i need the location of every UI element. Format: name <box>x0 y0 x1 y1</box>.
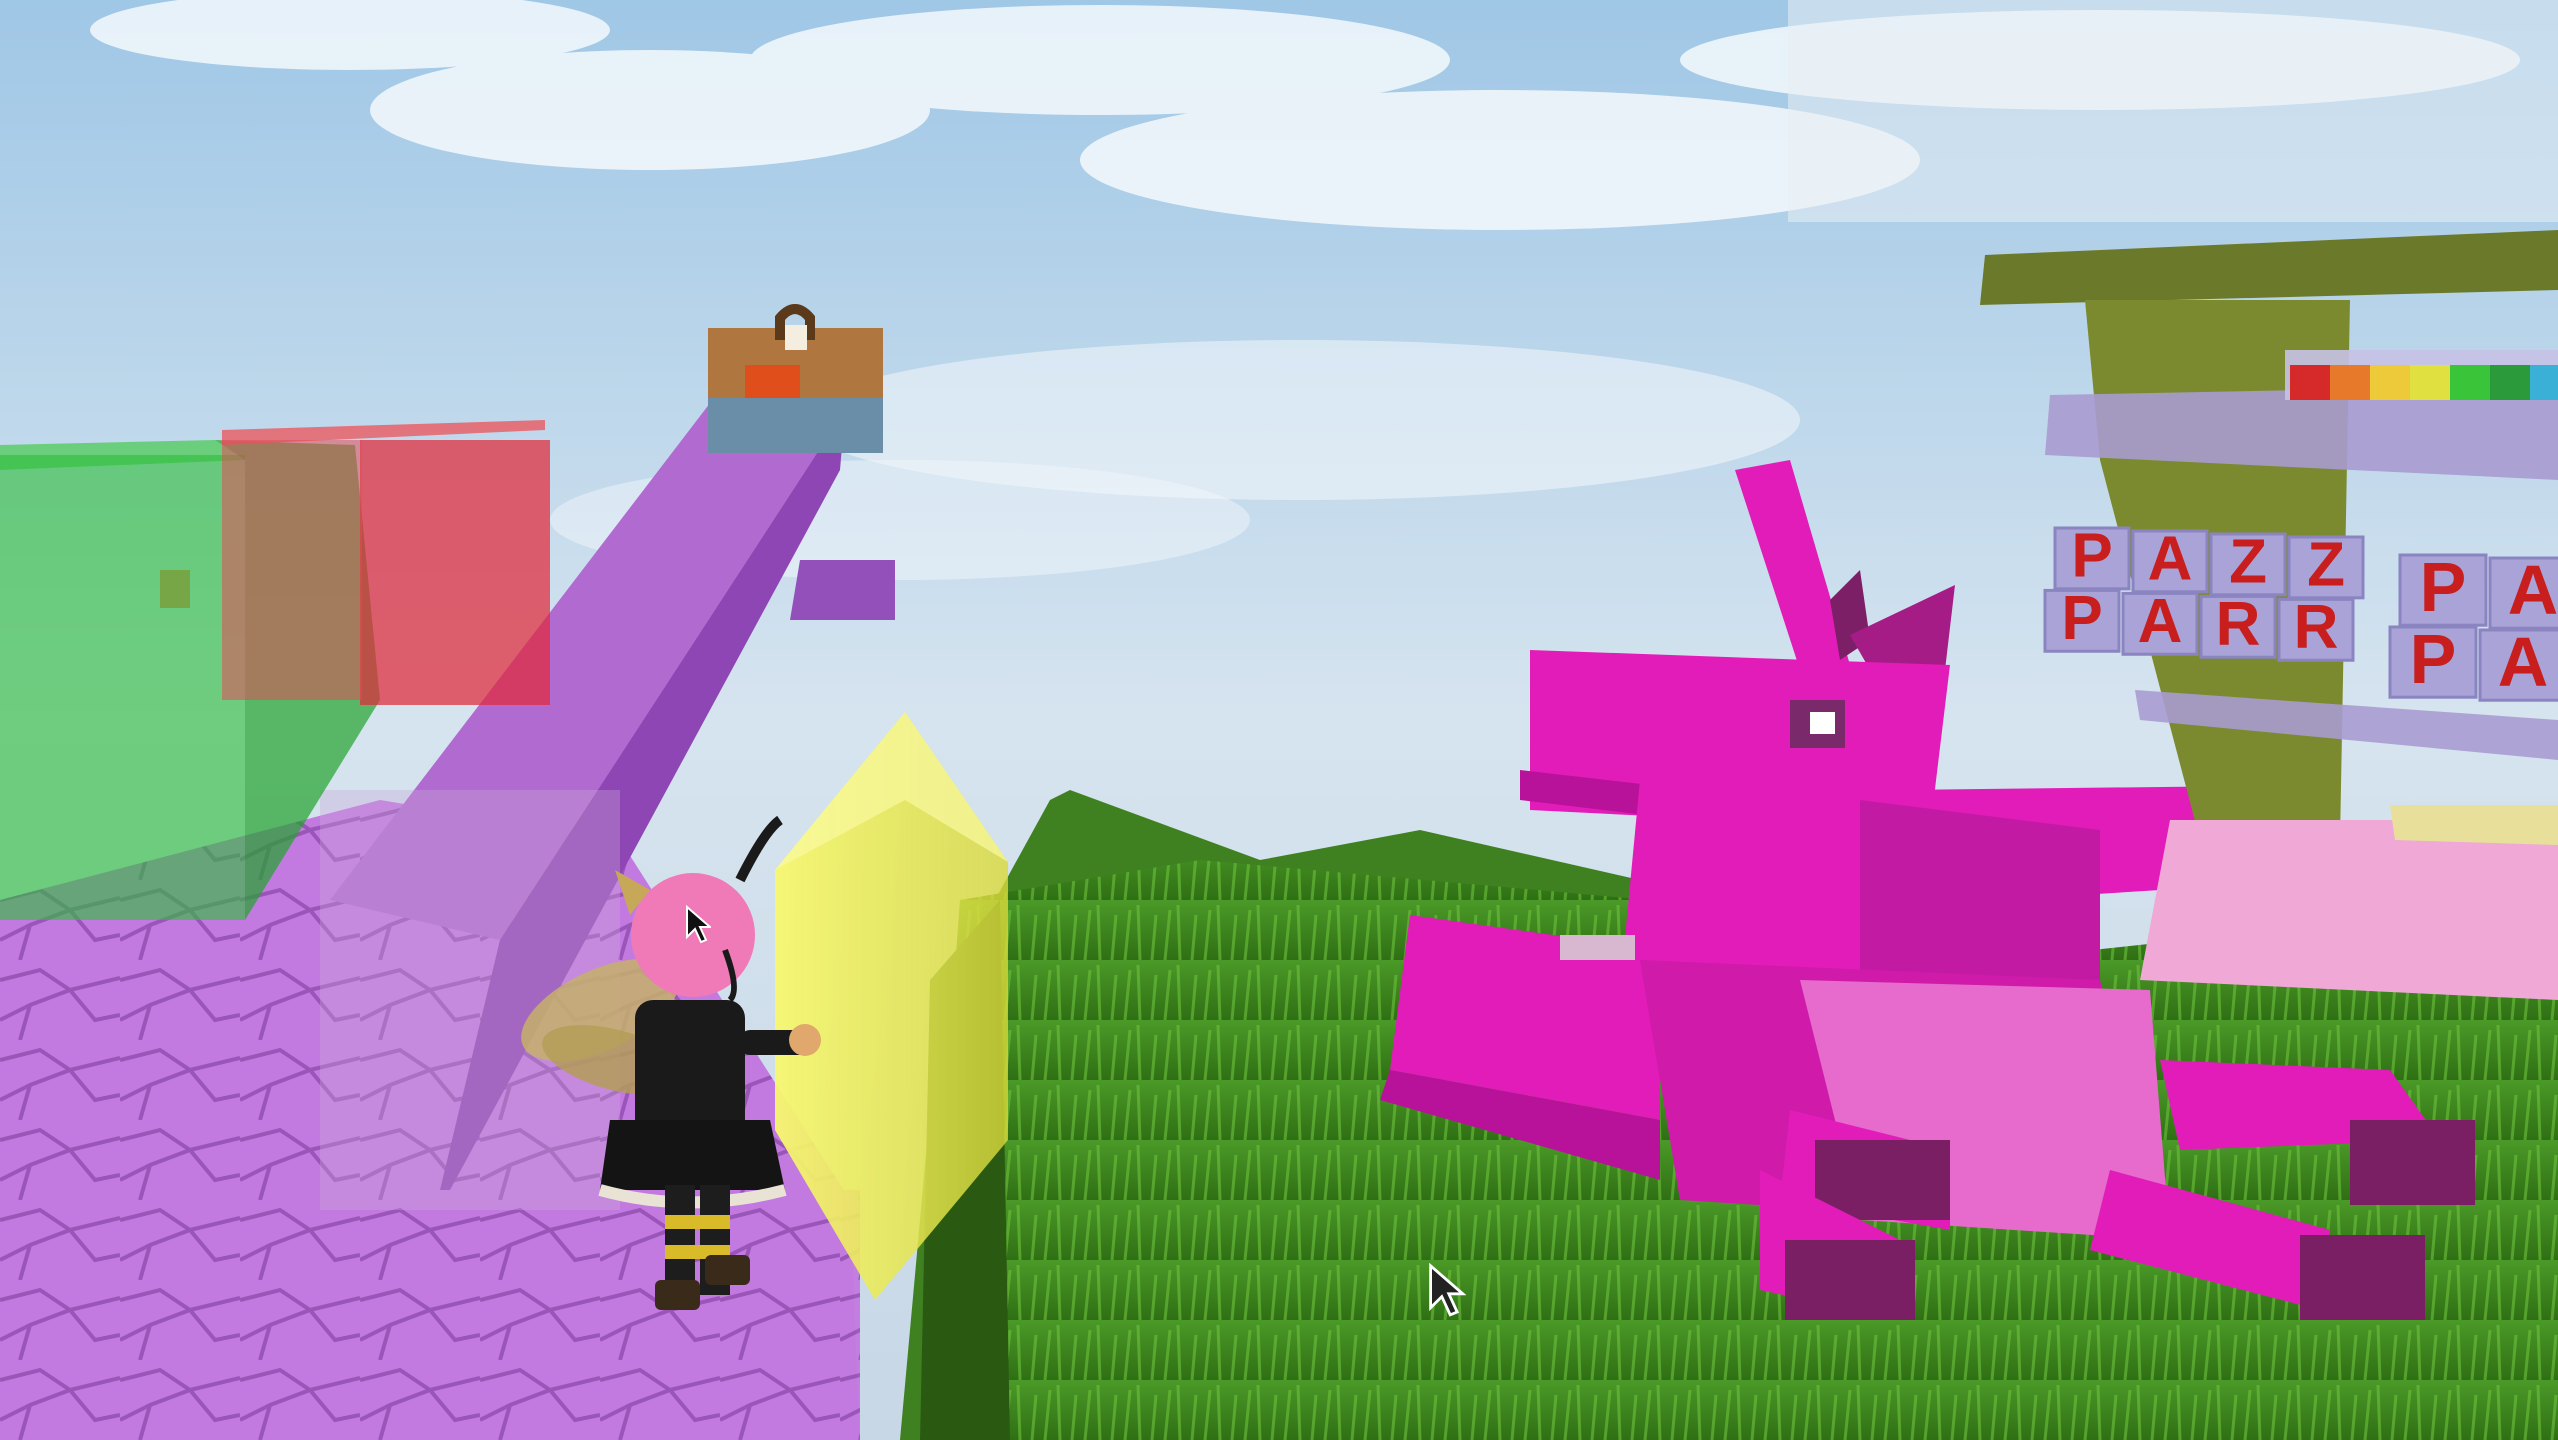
locked-chest <box>708 304 883 453</box>
stone-platform-lower <box>0 1180 860 1440</box>
sign-letter: A <box>2148 524 2193 593</box>
sign-letter: A <box>2498 623 2549 701</box>
sign-letter: P <box>2420 548 2467 626</box>
game-viewport[interactable]: P A Z ZP A R R P AP A <box>0 0 2558 1440</box>
walkway-ledge <box>790 560 895 620</box>
letter-sign-2: P AP A <box>2388 548 2558 702</box>
sign-letter: P <box>2061 584 2102 653</box>
sign-letter: A <box>2138 587 2183 656</box>
sign-letter: P <box>2071 521 2112 590</box>
sign-letter: Z <box>2307 530 2345 599</box>
letter-sign-1: P A Z ZP A R R <box>2043 521 2365 662</box>
sign-letter: R <box>2216 590 2261 659</box>
sign-letter: P <box>2410 620 2457 698</box>
red-block <box>222 420 550 705</box>
color-swatches <box>2290 365 2558 400</box>
sky-panel <box>1788 0 2558 222</box>
sign-letter: R <box>2294 593 2339 662</box>
sign-letter: A <box>2508 551 2558 629</box>
sign-letter: Z <box>2229 527 2267 596</box>
